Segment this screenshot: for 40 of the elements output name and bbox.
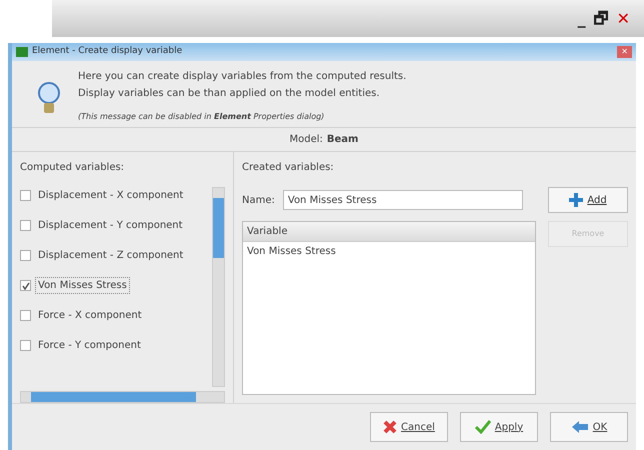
model-label: Model: <box>290 133 323 147</box>
app-icon <box>16 47 28 57</box>
list-item[interactable]: Displacement - Z component <box>35 247 186 264</box>
apply-button[interactable]: Apply <box>460 412 538 442</box>
checkbox[interactable] <box>20 190 31 201</box>
add-button[interactable]: Add <box>548 187 628 213</box>
restore-button[interactable]: 🗗 <box>592 10 611 26</box>
check-icon <box>474 420 491 434</box>
list-item[interactable]: Displacement - X component <box>35 187 186 204</box>
note-text: (This message can be disabled in Element Properties dialog) <box>78 111 326 123</box>
vertical-scrollbar[interactable] <box>212 187 225 387</box>
table-cell[interactable]: Von Misses Stress <box>243 242 535 261</box>
ok-button[interactable]: OK <box>550 412 628 442</box>
info-text: Here you can create display variables from the computed results. <box>78 70 408 84</box>
checkbox[interactable] <box>20 280 31 291</box>
checkbox[interactable] <box>20 250 31 261</box>
checkbox[interactable] <box>20 340 31 351</box>
cancel-button[interactable]: Cancel <box>370 412 448 442</box>
horizontal-scrollbar[interactable] <box>20 391 225 403</box>
info-text: Display variables can be than applied on the model entities. <box>78 87 381 101</box>
window-title: Element - Create display variable <box>32 45 184 58</box>
column-header[interactable]: Variable <box>243 222 535 242</box>
section-heading: Computed variables: <box>20 161 126 175</box>
cross-icon <box>383 420 398 434</box>
arrow-icon <box>570 420 589 434</box>
minimize-button[interactable]: _ <box>576 10 588 26</box>
plus-icon <box>569 193 584 207</box>
close-button[interactable]: ✕ <box>617 46 632 58</box>
checkbox[interactable] <box>20 310 31 321</box>
name-field[interactable]: Von Misses Stress <box>282 190 523 210</box>
list-item[interactable]: Displacement - Y component <box>35 217 186 234</box>
list-item[interactable]: Force - X component <box>35 307 145 324</box>
checkbox[interactable] <box>20 220 31 231</box>
list-item[interactable]: Force - Y component <box>35 337 144 354</box>
list-item[interactable]: Von Misses Stress <box>35 277 130 294</box>
close-button[interactable]: ✕ <box>614 10 632 26</box>
check-icon <box>22 282 30 290</box>
section-heading: Created variables: <box>242 161 335 175</box>
name-label: Name: <box>242 194 275 208</box>
model-name: Beam <box>326 133 358 147</box>
